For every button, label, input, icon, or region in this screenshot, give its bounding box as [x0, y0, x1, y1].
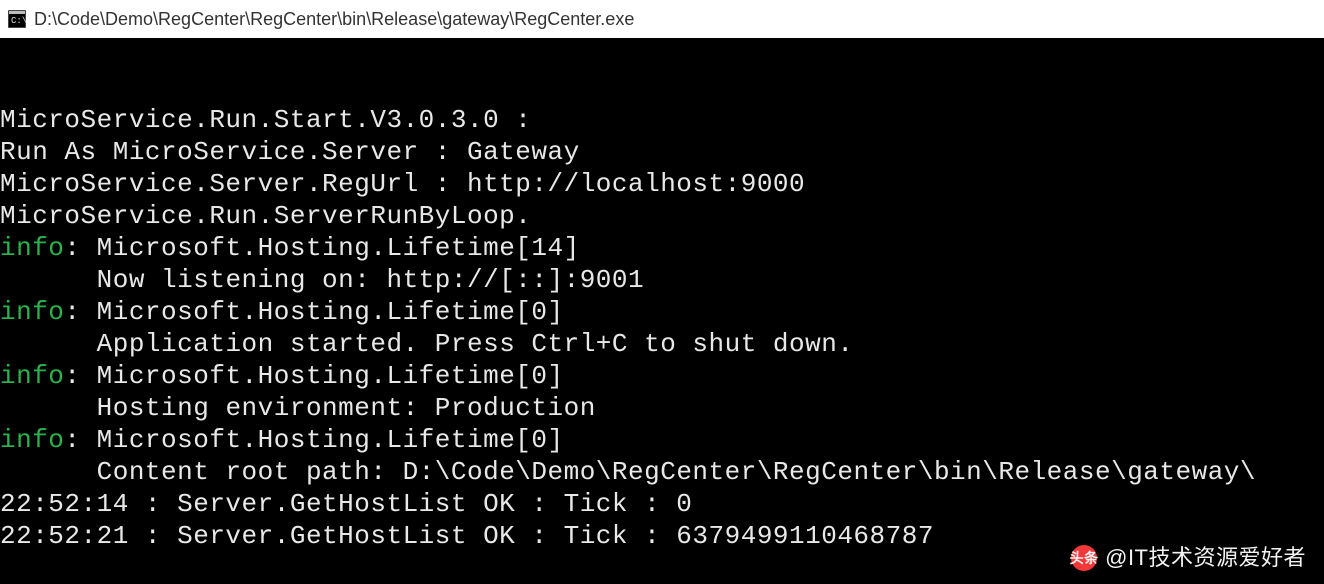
console-output[interactable]: MicroService.Run.Start.V3.0.3.0 :Run As …	[0, 38, 1324, 584]
console-text: Hosting environment: Production	[97, 393, 596, 423]
console-text: 22:52:14 : Server.GetHostList OK : Tick …	[0, 489, 692, 519]
console-line: Content root path: D:\Code\Demo\RegCente…	[0, 456, 1324, 488]
console-text: Application started. Press Ctrl+C to shu…	[97, 329, 854, 359]
log-level-info: info	[0, 233, 64, 263]
console-line: info: Microsoft.Hosting.Lifetime[0]	[0, 296, 1324, 328]
console-line: Run As MicroService.Server : Gateway	[0, 136, 1324, 168]
watermark-icon: 头条	[1071, 545, 1097, 571]
console-line: MicroService.Run.ServerRunByLoop.	[0, 200, 1324, 232]
console-text: MicroService.Server.RegUrl : http://loca…	[0, 169, 805, 199]
console-text: Now listening on: http://[::]:9001	[97, 265, 645, 295]
console-line: info: Microsoft.Hosting.Lifetime[0]	[0, 424, 1324, 456]
console-line: info: Microsoft.Hosting.Lifetime[0]	[0, 360, 1324, 392]
console-text: Content root path: D:\Code\Demo\RegCente…	[97, 457, 1256, 487]
console-line: MicroService.Run.Start.V3.0.3.0 :	[0, 104, 1324, 136]
console-line: 22:52:14 : Server.GetHostList OK : Tick …	[0, 488, 1324, 520]
window-title: D:\Code\Demo\RegCenter\RegCenter\bin\Rel…	[34, 9, 634, 30]
console-text: MicroService.Run.Start.V3.0.3.0 :	[0, 105, 531, 135]
console-text: : Microsoft.Hosting.Lifetime[0]	[64, 297, 563, 327]
console-text: : Microsoft.Hosting.Lifetime[0]	[64, 361, 563, 391]
window-titlebar[interactable]: C:\ D:\Code\Demo\RegCenter\RegCenter\bin…	[0, 0, 1324, 38]
log-level-info: info	[0, 297, 64, 327]
watermark: 头条 @IT技术资源爱好者	[1071, 542, 1306, 574]
console-text: Run As MicroService.Server : Gateway	[0, 137, 580, 167]
console-line: Now listening on: http://[::]:9001	[0, 264, 1324, 296]
console-line: info: Microsoft.Hosting.Lifetime[14]	[0, 232, 1324, 264]
log-level-info: info	[0, 425, 64, 455]
console-line: MicroService.Server.RegUrl : http://loca…	[0, 168, 1324, 200]
console-icon: C:\	[8, 10, 26, 28]
log-level-info: info	[0, 361, 64, 391]
watermark-label: @IT技术资源爱好者	[1105, 542, 1306, 574]
console-line: Application started. Press Ctrl+C to shu…	[0, 328, 1324, 360]
console-text: : Microsoft.Hosting.Lifetime[14]	[64, 233, 579, 263]
console-text: : Microsoft.Hosting.Lifetime[0]	[64, 425, 563, 455]
console-line: Hosting environment: Production	[0, 392, 1324, 424]
svg-text:C:\: C:\	[11, 16, 26, 26]
console-text: MicroService.Run.ServerRunByLoop.	[0, 201, 531, 231]
